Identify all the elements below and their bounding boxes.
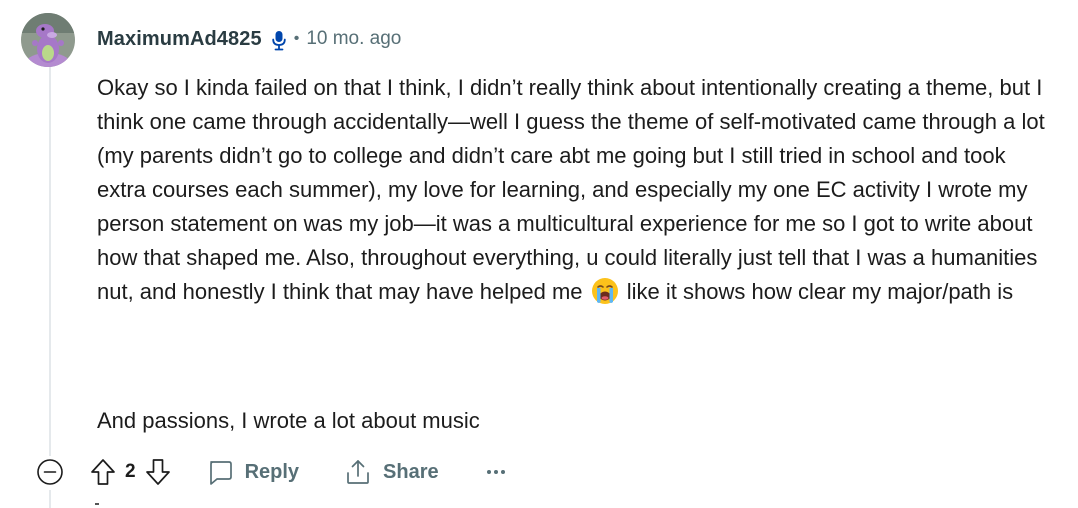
downvote-button[interactable] [144,458,172,486]
comment-header: MaximumAd4825 • 10 mo. ago [97,24,401,54]
comment-text-part-2: like it shows how clear my major/path is [626,279,1014,304]
share-icon [347,460,369,484]
comment-bubble-icon [209,461,232,485]
share-label: Share [383,460,439,483]
username-link[interactable]: MaximumAd4825 [97,28,262,51]
collapse-minus-icon [37,459,63,485]
thread-line-continuation[interactable] [49,490,51,508]
thread-line[interactable] [49,66,51,456]
user-avatar[interactable] [21,13,75,67]
comment-timestamp[interactable]: 10 mo. ago [306,28,401,50]
comment-paragraph-2: And passions, I wrote a lot about music [97,408,480,433]
comment-paragraph: Okay so I kinda failed on that I think, … [97,71,1057,309]
upvote-arrow-icon [91,459,115,485]
collapse-button[interactable] [36,458,64,486]
vote-score: 2 [125,461,136,482]
loudly-crying-face-emoji [591,277,619,305]
microphone-icon [271,30,287,52]
comment-action-bar: 2 Reply Share [36,452,506,492]
upvote-button[interactable] [89,458,117,486]
reply-label: Reply [244,460,300,483]
meta-separator: • [293,30,300,47]
downvote-arrow-icon [145,459,170,485]
reply-button[interactable]: Reply [206,452,299,492]
thread-connector-mark [95,503,99,505]
more-options-button[interactable] [486,452,506,492]
share-button[interactable]: Share [344,452,439,492]
comment-body: Okay so I kinda failed on that I think, … [97,71,1057,309]
comment-text-part-1: Okay so I kinda failed on that I think, … [97,75,1045,304]
snoo-avatar-icon [21,13,75,67]
more-options-icon [486,470,505,474]
